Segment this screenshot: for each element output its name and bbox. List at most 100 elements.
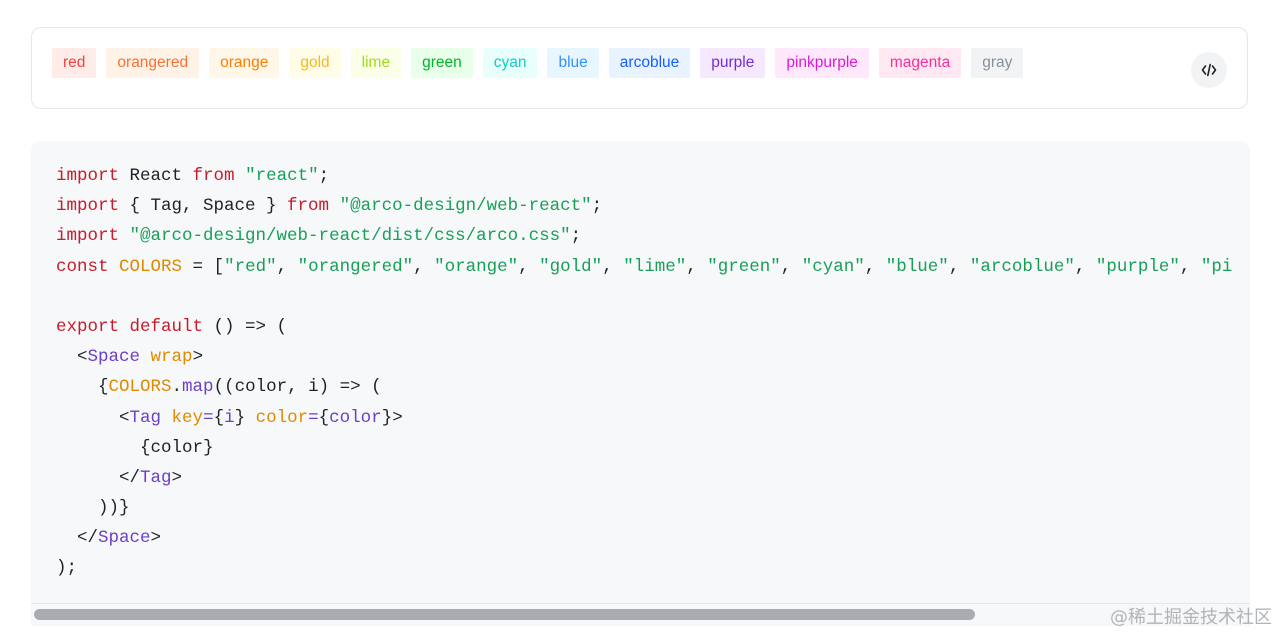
code-token: color xyxy=(255,407,309,428)
code-token: COLORS xyxy=(108,377,172,398)
code-line: import "@arco-design/web-react/dist/css/… xyxy=(56,221,1232,251)
code-token: "green" xyxy=(707,256,781,277)
code-panel: import React from "react"; import { Tag, … xyxy=(31,141,1250,611)
code-token: key xyxy=(171,407,204,428)
code-token: "orange" xyxy=(434,256,519,277)
horizontal-scrollbar[interactable] xyxy=(31,603,1250,626)
code-line: const COLORS = ["red", "orangered", "ora… xyxy=(56,252,1232,282)
code-token: React xyxy=(119,166,193,186)
code-line: <Space wrap> xyxy=(56,342,1232,372)
code-token: }> xyxy=(381,407,403,428)
code-token: "purple" xyxy=(1095,256,1180,277)
tag-gray[interactable]: gray xyxy=(971,48,1024,78)
code-token: "cyan" xyxy=(801,256,865,277)
tag-magenta[interactable]: magenta xyxy=(878,48,962,78)
code-token: , xyxy=(1179,256,1201,277)
tag-gold[interactable]: gold xyxy=(289,48,341,78)
tag-red[interactable]: red xyxy=(52,48,97,78)
code-block: import React from "react"; import { Tag, … xyxy=(56,161,1232,584)
code-token: COLORS xyxy=(119,256,183,277)
tag-orange[interactable]: orange xyxy=(209,48,280,78)
code-token: Space xyxy=(98,528,151,549)
code-token: Tag xyxy=(140,467,172,488)
code-token: {color} xyxy=(56,437,214,458)
scrollbar-thumb[interactable] xyxy=(34,609,975,620)
code-token: , xyxy=(864,256,886,277)
code-token: , xyxy=(413,256,435,277)
code-token: import xyxy=(56,196,120,217)
code-token: "@arco-design/web-react" xyxy=(339,196,592,217)
code-token: , xyxy=(276,256,298,277)
tag-orangered[interactable]: orangered xyxy=(106,48,200,78)
watermark: @稀土掘金技术社区 xyxy=(1110,607,1272,628)
code-line: </Tag> xyxy=(56,463,1232,493)
code-token: ; xyxy=(591,196,603,217)
code-line: ))} xyxy=(56,493,1232,523)
code-icon xyxy=(1201,63,1217,77)
code-line: </Space> xyxy=(56,523,1232,553)
code-token: "lime" xyxy=(623,256,687,277)
code-token: "arcoblue" xyxy=(969,256,1075,277)
tag-pinkpurple[interactable]: pinkpurple xyxy=(775,48,869,78)
tag-arcoblue[interactable]: arcoblue xyxy=(608,48,691,78)
code-token: color xyxy=(329,407,382,428)
tag-list: red orangered orange gold lime green cyan blue a… xyxy=(52,48,1024,78)
code-token: ); xyxy=(56,558,78,579)
code-token: "red" xyxy=(224,256,277,277)
code-token: . xyxy=(171,377,183,398)
code-token: , xyxy=(518,256,540,277)
code-token: , xyxy=(1074,256,1096,277)
code-line: {COLORS.map((color, i) => ( xyxy=(56,372,1232,402)
code-token: ))} xyxy=(56,498,130,519)
code-token: = xyxy=(203,407,214,428)
code-token: import xyxy=(56,226,120,247)
tag-green[interactable]: green xyxy=(411,48,473,78)
tag-lime[interactable]: lime xyxy=(350,48,402,78)
code-token: </ xyxy=(56,467,141,488)
tag-cyan[interactable]: cyan xyxy=(482,48,538,78)
tag-blue[interactable]: blue xyxy=(547,48,599,78)
code-token: , xyxy=(780,256,802,277)
code-token: ; xyxy=(570,226,582,247)
code-token: () => ( xyxy=(203,316,288,337)
code-token: { xyxy=(213,407,225,428)
code-line: <Tag key={i} color={color}> xyxy=(56,403,1232,433)
code-token: > xyxy=(192,347,204,368)
code-token: Tag xyxy=(129,407,162,428)
code-token: { Tag, Space } xyxy=(119,196,288,217)
code-token: from xyxy=(287,196,330,217)
code-line: import React from "react"; xyxy=(56,161,1232,191)
code-token: wrap xyxy=(150,347,193,368)
code-line: ); xyxy=(56,553,1232,583)
code-line: {color} xyxy=(56,433,1232,463)
code-token: > xyxy=(150,528,162,549)
code-token: > xyxy=(171,467,183,488)
code-token: { xyxy=(56,377,109,398)
code-token: = xyxy=(308,407,319,428)
code-token: </ xyxy=(56,528,99,549)
code-token: import xyxy=(56,166,120,186)
code-token: "orangered" xyxy=(297,256,414,277)
demo-preview-card: red orangered orange gold lime green cyan blue a… xyxy=(31,27,1248,109)
code-token: , xyxy=(948,256,970,277)
tag-purple[interactable]: purple xyxy=(700,48,766,78)
code-token: map xyxy=(182,377,214,398)
code-token: export xyxy=(56,316,120,337)
code-token: "pi xyxy=(1200,256,1233,277)
code-token: , xyxy=(602,256,624,277)
code-token: Space xyxy=(87,347,141,368)
code-line: import { Tag, Space } from "@arco-design… xyxy=(56,191,1232,221)
show-code-button[interactable] xyxy=(1191,52,1227,88)
code-token: i xyxy=(224,407,235,428)
code-token: default xyxy=(129,316,204,337)
code-token: ((color, i) => ( xyxy=(213,377,382,398)
code-token: < xyxy=(56,407,130,428)
code-token: } xyxy=(234,407,256,428)
